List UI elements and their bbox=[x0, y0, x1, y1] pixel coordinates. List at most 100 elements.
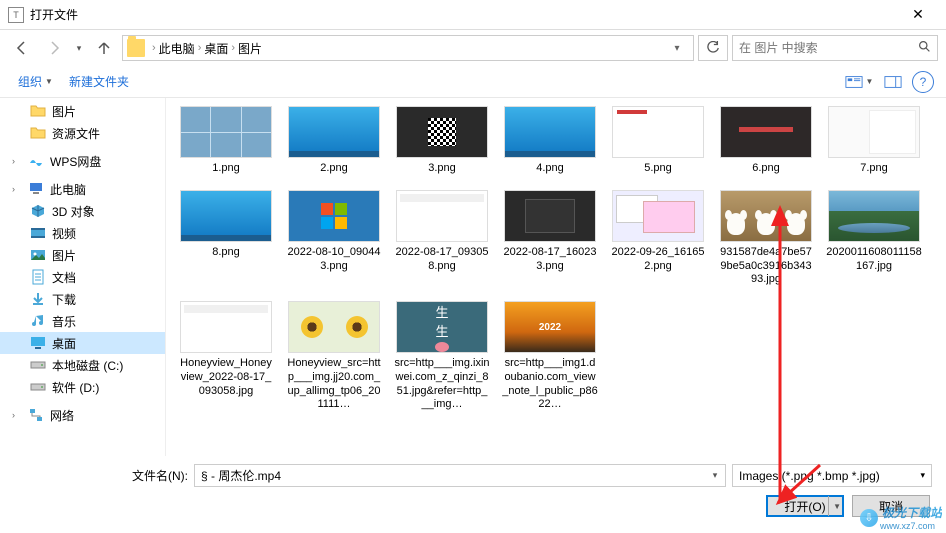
file-item[interactable]: 3.png bbox=[392, 102, 492, 180]
breadcrumb-item[interactable]: 此电脑 bbox=[159, 40, 195, 57]
help-button[interactable]: ? bbox=[912, 71, 934, 93]
sidebar-item-pictures[interactable]: 图片 bbox=[0, 244, 165, 266]
filename-dropdown[interactable]: ▾ bbox=[705, 470, 725, 481]
pc-icon bbox=[28, 181, 44, 197]
file-name-label: src=http___img.ixinwei.com_z_qinzi_851.j… bbox=[394, 357, 490, 412]
file-thumbnail bbox=[180, 190, 272, 242]
sidebar-item-desktop[interactable]: 桌面 bbox=[0, 332, 165, 354]
file-name-label: 2022-08-17_093058.png bbox=[394, 246, 490, 274]
organize-button[interactable]: 组织 ▼ bbox=[12, 70, 59, 93]
sidebar-item-label: WPS网盘 bbox=[50, 153, 101, 170]
file-name-label: 2022-08-17_160233.png bbox=[502, 246, 598, 274]
file-thumbnail bbox=[720, 106, 812, 158]
docs-icon bbox=[30, 269, 46, 285]
file-item[interactable]: 2022-09-26_161652.png bbox=[608, 186, 708, 291]
file-name-label: 2022-09-26_161652.png bbox=[610, 246, 706, 274]
file-item[interactable]: Honeyview_Honeyview_2022-08-17_093058.jp… bbox=[176, 297, 276, 416]
file-name-label: 5.png bbox=[644, 162, 672, 176]
search-input[interactable] bbox=[739, 41, 918, 55]
file-item[interactable]: 2022src=http___img1.doubanio.com_view_no… bbox=[500, 297, 600, 416]
search-icon[interactable] bbox=[918, 40, 931, 56]
close-button[interactable]: ✕ bbox=[898, 0, 938, 30]
file-name-label: Honeyview_src=http___img.jj20.com_up_all… bbox=[286, 357, 382, 412]
filetype-filter[interactable]: Images (*.png *.bmp *.jpg) ▾ bbox=[732, 464, 932, 487]
file-item[interactable]: 2022-08-10_090443.png bbox=[284, 186, 384, 291]
view-options-button[interactable]: ▼ bbox=[844, 70, 874, 94]
file-thumbnail bbox=[396, 190, 488, 242]
open-button[interactable]: 打开(O) ▼ bbox=[766, 495, 844, 517]
back-button[interactable] bbox=[8, 34, 36, 62]
file-name-label: 2.png bbox=[320, 162, 348, 176]
sidebar-item-disk[interactable]: 本地磁盘 (C:) bbox=[0, 354, 165, 376]
file-thumbnail bbox=[504, 106, 596, 158]
up-button[interactable] bbox=[90, 34, 118, 62]
breadcrumb-item[interactable]: 图片 bbox=[238, 40, 262, 57]
filename-input-wrapper[interactable]: ▾ bbox=[194, 464, 726, 487]
sidebar-item-music[interactable]: 音乐 bbox=[0, 310, 165, 332]
sidebar-item-docs[interactable]: 文档 bbox=[0, 266, 165, 288]
file-thumbnail bbox=[720, 190, 812, 242]
new-folder-button[interactable]: 新建文件夹 bbox=[63, 70, 135, 93]
file-item[interactable]: 2022-08-17_160233.png bbox=[500, 186, 600, 291]
file-name-label: 8.png bbox=[212, 246, 240, 260]
file-item[interactable]: Honeyview_src=http___img.jj20.com_up_all… bbox=[284, 297, 384, 416]
sidebar-item-downloads[interactable]: 下载 bbox=[0, 288, 165, 310]
sidebar-item-wps[interactable]: › WPS网盘 bbox=[0, 150, 165, 172]
3d-icon bbox=[30, 203, 46, 219]
file-thumbnail bbox=[180, 301, 272, 353]
disk-icon bbox=[30, 357, 46, 373]
file-thumbnail bbox=[288, 301, 380, 353]
file-item[interactable]: 2.png bbox=[284, 102, 384, 180]
sidebar-item-label: 网络 bbox=[50, 407, 74, 424]
file-item[interactable]: 7.png bbox=[824, 102, 924, 180]
sidebar-item-label: 下载 bbox=[52, 291, 76, 308]
app-icon: T bbox=[8, 7, 24, 23]
file-item[interactable]: 931587de4a7be579be5a0c3916b34393.jpg bbox=[716, 186, 816, 291]
preview-pane-button[interactable] bbox=[878, 70, 908, 94]
file-thumbnail bbox=[288, 190, 380, 242]
sidebar-item-disk[interactable]: 软件 (D:) bbox=[0, 376, 165, 398]
expand-icon: › bbox=[12, 156, 22, 166]
expand-icon: › bbox=[12, 184, 22, 194]
file-item[interactable]: 4.png bbox=[500, 102, 600, 180]
forward-button[interactable] bbox=[40, 34, 68, 62]
file-name-label: 6.png bbox=[752, 162, 780, 176]
file-name-label: 2022-08-10_090443.png bbox=[286, 246, 382, 274]
file-thumbnail bbox=[180, 106, 272, 158]
file-name-label: src=http___img1.doubanio.com_view_note_l… bbox=[502, 357, 598, 412]
file-item[interactable]: 1.png bbox=[176, 102, 276, 180]
folder-icon bbox=[127, 39, 145, 57]
sidebar-item-pc[interactable]: ›此电脑 bbox=[0, 178, 165, 200]
sidebar-item-3d[interactable]: 3D 对象 bbox=[0, 200, 165, 222]
recent-dropdown[interactable]: ▾ bbox=[72, 34, 86, 62]
search-box[interactable] bbox=[732, 35, 938, 61]
sidebar-item-label: 3D 对象 bbox=[52, 203, 95, 220]
file-item[interactable]: 2020011608011158167.jpg bbox=[824, 186, 924, 291]
sidebar-item-folder[interactable]: 资源文件 bbox=[0, 122, 165, 144]
video-icon bbox=[30, 225, 46, 241]
breadcrumb[interactable]: › 此电脑 › 桌面 › 图片 ▾ bbox=[122, 35, 694, 61]
sidebar-item-video[interactable]: 视频 bbox=[0, 222, 165, 244]
disk-icon bbox=[30, 379, 46, 395]
file-thumbnail: 2022 bbox=[504, 301, 596, 353]
breadcrumb-item[interactable]: 桌面 bbox=[204, 40, 228, 57]
open-split-dropdown[interactable]: ▼ bbox=[828, 496, 841, 516]
sidebar-item-label: 软件 (D:) bbox=[52, 379, 99, 396]
file-name-label: Honeyview_Honeyview_2022-08-17_093058.jp… bbox=[178, 357, 274, 398]
sidebar-item-label: 图片 bbox=[52, 103, 76, 120]
file-item[interactable]: 2022-08-17_093058.png bbox=[392, 186, 492, 291]
file-name-label: 7.png bbox=[860, 162, 888, 176]
file-item[interactable]: 8.png bbox=[176, 186, 276, 291]
file-item[interactable]: 6.png bbox=[716, 102, 816, 180]
sidebar-item-label: 音乐 bbox=[52, 313, 76, 330]
watermark-logo-icon bbox=[860, 509, 878, 527]
file-name-label: 2020011608011158167.jpg bbox=[826, 246, 922, 274]
desktop-icon bbox=[30, 335, 46, 351]
sidebar-item-network[interactable]: ›网络 bbox=[0, 404, 165, 426]
sidebar-item-folder[interactable]: 图片 bbox=[0, 100, 165, 122]
breadcrumb-dropdown[interactable]: ▾ bbox=[665, 43, 689, 54]
file-item[interactable]: 5.png bbox=[608, 102, 708, 180]
file-item[interactable]: 生生src=http___img.ixinwei.com_z_qinzi_851… bbox=[392, 297, 492, 416]
filename-input[interactable] bbox=[195, 469, 705, 483]
refresh-button[interactable] bbox=[698, 35, 728, 61]
